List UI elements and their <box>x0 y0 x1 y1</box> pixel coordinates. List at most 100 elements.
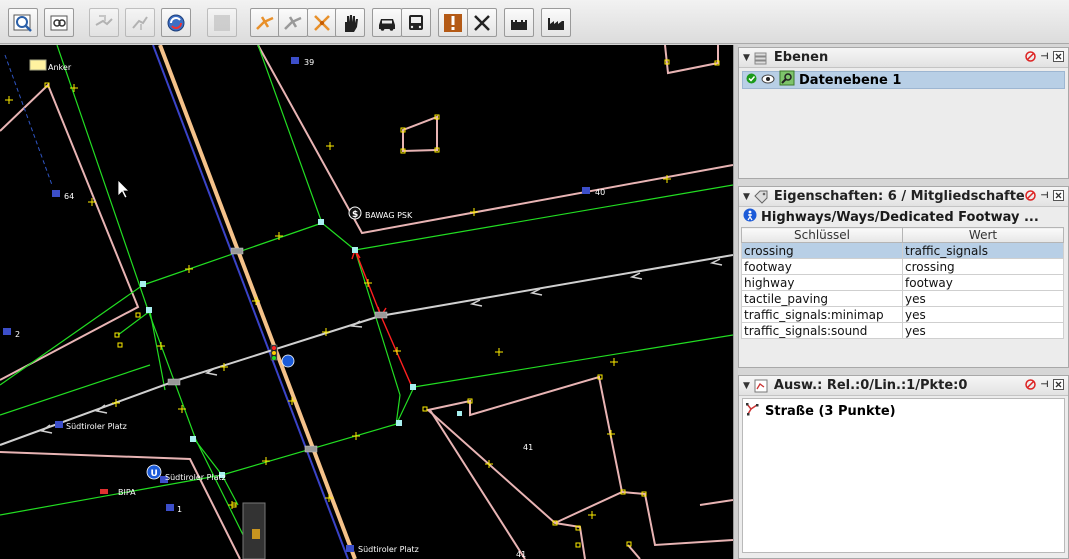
label-housenumber: 40 <box>595 188 606 197</box>
refresh-button[interactable] <box>161 8 191 37</box>
highway-tool-disabled-icon <box>284 15 302 30</box>
list-item[interactable]: Straße (3 Punkte) <box>743 399 1064 423</box>
refresh-icon <box>167 14 185 31</box>
selection-panel: ▼ Ausw.: Rel.:0/Lin.:1/Pkte:0 ⊣ Straße (… <box>738 375 1069 559</box>
table-row[interactable]: traffic_signals:minimap yes <box>741 306 1064 323</box>
selection-panel-title: Ausw.: Rel.:0/Lin.:1/Pkte:0 <box>773 378 968 393</box>
download-button[interactable] <box>89 8 119 37</box>
layers-panel-title: Ebenen <box>773 50 829 65</box>
parking-icon <box>252 529 260 539</box>
empty-button[interactable] <box>207 8 237 37</box>
column-header-value[interactable]: Wert <box>902 227 1064 243</box>
table-row[interactable]: traffic_signals:sound yes <box>741 322 1064 339</box>
properties-panel: ▼ Eigenschaften: 6 / Mitgliedschafte ⊣ H… <box>738 186 1069 368</box>
table-row[interactable]: footway crossing <box>741 258 1064 275</box>
checkmark-icon[interactable] <box>746 73 757 88</box>
label-anker: Anker <box>48 63 72 72</box>
empty-icon <box>214 14 230 31</box>
properties-panel-header[interactable]: ▼ Eigenschaften: 6 / Mitgliedschafte ⊣ <box>739 187 1068 207</box>
tag-icon <box>754 190 768 204</box>
anchor-shop-icon[interactable] <box>29 59 47 71</box>
bus-icon <box>409 14 423 30</box>
visibility-eye-icon[interactable] <box>761 73 775 88</box>
table-row[interactable]: crossing traffic_signals <box>741 242 1064 259</box>
highway-tool-disabled-button[interactable] <box>278 8 308 37</box>
selection-item-label: Straße (3 Punkte) <box>765 403 896 419</box>
column-header-key[interactable]: Schlüssel <box>741 227 903 243</box>
upload-button[interactable] <box>125 8 155 37</box>
tag-value[interactable]: footway <box>902 274 1064 291</box>
tag-key[interactable]: crossing <box>741 242 903 259</box>
hand-button[interactable] <box>335 8 365 37</box>
close-icon[interactable] <box>1053 51 1064 62</box>
help-off-icon[interactable] <box>1025 190 1036 201</box>
collapse-icon[interactable]: ▼ <box>743 192 750 202</box>
help-off-icon[interactable] <box>1025 51 1036 62</box>
label-suedtiroler-platz: Südtiroler Platz <box>358 545 419 554</box>
layer-row[interactable]: Datenebene 1 <box>742 70 1065 89</box>
help-off-icon[interactable] <box>1025 379 1036 390</box>
layers-panel-header[interactable]: ▼ Ebenen ⊣ <box>739 48 1068 68</box>
tag-value[interactable]: traffic_signals <box>902 242 1064 259</box>
tag-key[interactable]: tactile_paving <box>741 290 903 307</box>
pedestrian-icon <box>743 208 757 226</box>
cross-tool-icon <box>314 14 330 31</box>
zoom-to-selection-button[interactable] <box>44 8 74 37</box>
tag-value[interactable]: yes <box>902 290 1064 307</box>
close-icon[interactable] <box>1053 190 1064 201</box>
cross-tool-button[interactable] <box>307 8 337 37</box>
map-canvas[interactable]: U $ <box>0 45 733 559</box>
svg-text:$: $ <box>352 210 358 220</box>
close-icon[interactable] <box>1053 379 1064 390</box>
map-view[interactable]: U $ Anker BAWAG PSK Südtiroler Platz Süd… <box>0 45 733 559</box>
warning-button[interactable] <box>438 8 468 37</box>
table-row[interactable]: tactile_paving yes <box>741 290 1064 307</box>
restaurant-icon <box>474 14 490 31</box>
tags-table: Schlüssel Wert crossing traffic_signals f… <box>741 227 1064 339</box>
zoom-to-data-button[interactable] <box>8 8 38 37</box>
building-outline <box>402 115 438 153</box>
tag-value[interactable]: yes <box>902 322 1064 339</box>
shop-icon[interactable] <box>100 489 108 494</box>
tag-key[interactable]: highway <box>741 274 903 291</box>
collapse-icon[interactable]: ▼ <box>743 381 750 391</box>
pin-icon[interactable]: ⊣ <box>1039 379 1050 390</box>
footway <box>0 364 151 416</box>
highway-tool-button[interactable] <box>250 8 280 37</box>
collapse-icon[interactable]: ▼ <box>743 53 750 63</box>
hand-icon <box>345 14 358 32</box>
zoom-to-selection-icon <box>50 15 68 30</box>
tag-value[interactable]: crossing <box>902 258 1064 275</box>
download-icon <box>95 14 113 26</box>
building-outline <box>0 451 241 559</box>
building-outline <box>627 544 641 559</box>
pedestrian-signal-icon[interactable] <box>281 354 295 368</box>
selection-list: Straße (3 Punkte) <box>742 398 1065 553</box>
pin-icon[interactable]: ⊣ <box>1039 190 1050 201</box>
label-bawag: BAWAG PSK <box>365 211 413 220</box>
label-suedtiroler-platz: Südtiroler Platz <box>165 473 226 482</box>
tag-key[interactable]: footway <box>741 258 903 275</box>
bus-button[interactable] <box>401 8 431 37</box>
highway-tool-icon <box>256 15 274 30</box>
label-housenumber: 1 <box>177 505 183 514</box>
selection-list-icon <box>754 379 768 393</box>
tag-key[interactable]: traffic_signals:minimap <box>741 306 903 323</box>
castle-button[interactable] <box>504 8 534 37</box>
layer-name: Datenebene 1 <box>799 72 902 88</box>
layers-icon <box>754 51 768 65</box>
tag-key[interactable]: traffic_signals:sound <box>741 322 903 339</box>
restaurant-button[interactable] <box>467 8 497 37</box>
footway <box>0 422 401 516</box>
car-button[interactable] <box>372 8 402 37</box>
table-row[interactable]: highway footway <box>741 274 1064 291</box>
svg-text:U: U <box>151 469 158 479</box>
label-housenumber: 39 <box>304 58 315 67</box>
label-housenumber: 41 <box>516 550 527 559</box>
tag-value[interactable]: yes <box>902 306 1064 323</box>
preset-link[interactable]: Highways/Ways/Dedicated Footway ... <box>739 207 1068 227</box>
selection-panel-header[interactable]: ▼ Ausw.: Rel.:0/Lin.:1/Pkte:0 ⊣ <box>739 376 1068 396</box>
industry-button[interactable] <box>541 8 571 37</box>
traffic-signal-icon[interactable] <box>270 344 278 361</box>
pin-icon[interactable]: ⊣ <box>1039 51 1050 62</box>
